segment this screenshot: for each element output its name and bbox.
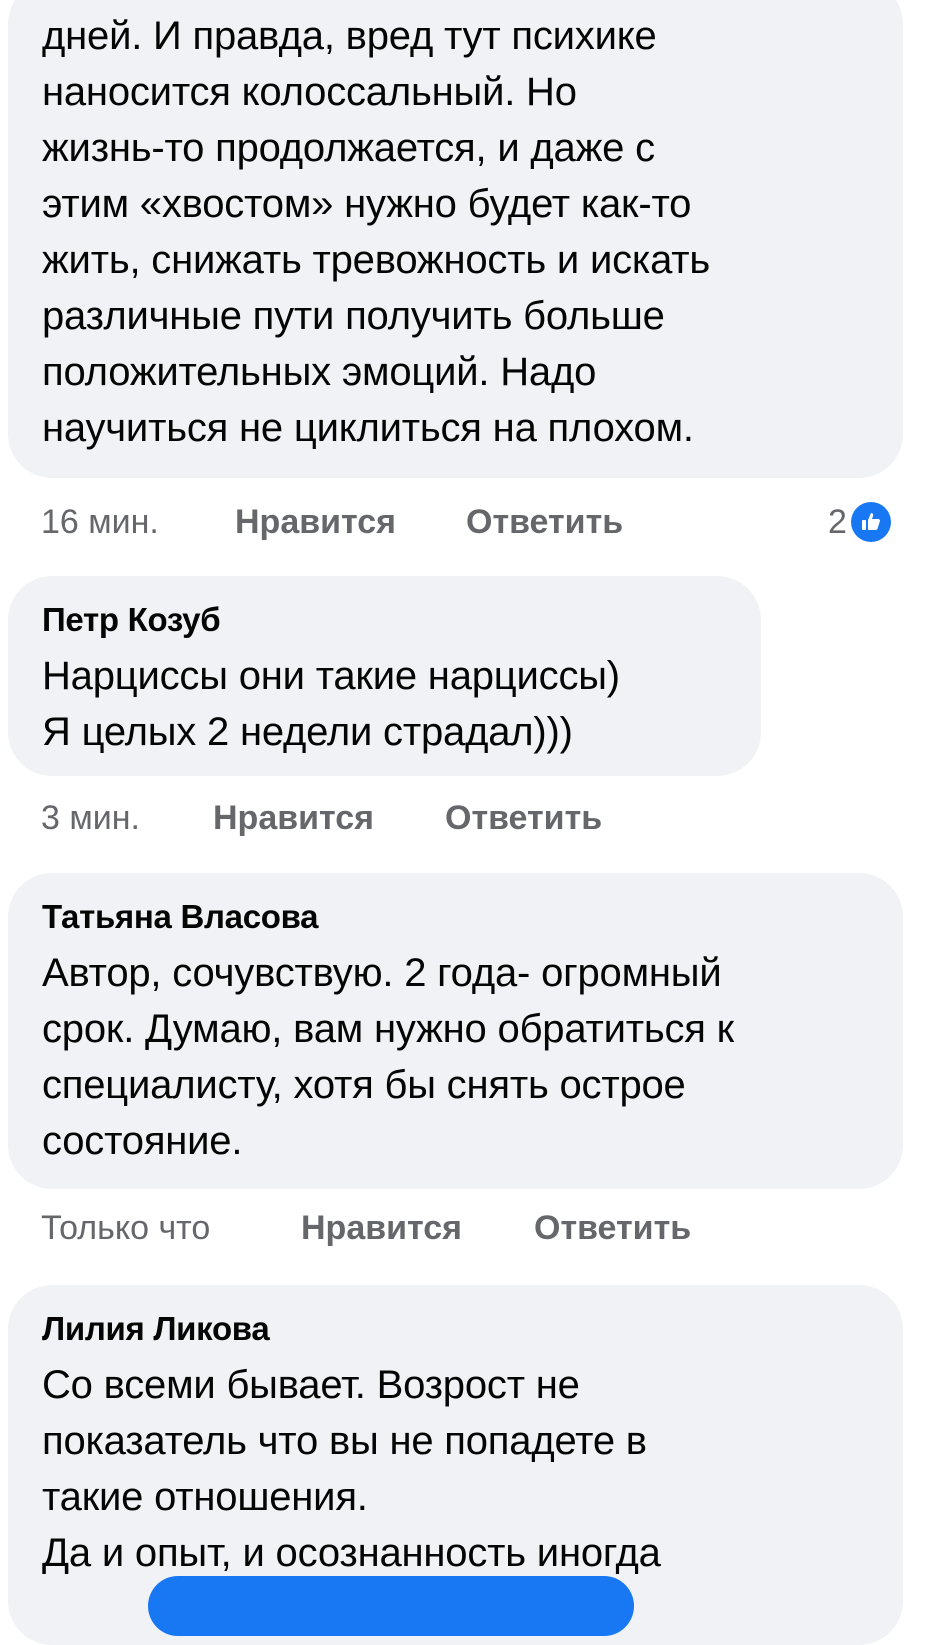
comment-author[interactable]: Лилия Ликова <box>42 1309 869 1349</box>
reply-button[interactable]: Ответить <box>466 502 623 542</box>
comment-bubble: дней. И правда, вред тут психике наносит… <box>8 0 903 478</box>
comment-text-line: показатель что вы не попадете в <box>42 1419 647 1463</box>
reply-button[interactable]: Ответить <box>445 798 602 838</box>
like-button[interactable]: Нравится <box>235 502 396 542</box>
comment-text-line: этим «хвостом» нужно будет как-то <box>42 182 692 226</box>
comment-text-line: наносится колоссальный. Но <box>42 70 577 114</box>
comment-timestamp[interactable]: 3 мин. <box>41 798 140 838</box>
comment-text-line: Автор, сочувствую. 2 года- огромный <box>42 951 722 995</box>
floating-action-button[interactable] <box>148 1576 634 1636</box>
comment-actions: Только что Нравится Ответить <box>41 1208 761 1248</box>
comment-text: Нарциссы они такие нарциссы) Я целых 2 н… <box>42 648 727 760</box>
comment-text-line: специалисту, хотя бы снять острое <box>42 1063 686 1107</box>
comment-text-line: научиться не циклиться на плохом. <box>42 406 694 450</box>
comment-actions: 16 мин. Нравится Ответить <box>41 502 741 542</box>
comment-text-line: Я целых 2 недели страдал))) <box>42 710 573 754</box>
comment-text: Автор, сочувствую. 2 года- огромный срок… <box>42 945 869 1169</box>
comment-bubble: Татьяна Власова Автор, сочувствую. 2 год… <box>8 873 903 1189</box>
comment-timestamp[interactable]: Только что <box>41 1208 210 1248</box>
comment-bubble: Петр Козуб Нарциссы они такие нарциссы) … <box>8 576 761 776</box>
comment-text: Со всеми бывает. Возрост не показатель ч… <box>42 1357 869 1581</box>
comment-text-line: дней. И правда, вред тут психике <box>42 14 657 58</box>
comment-text-line: Да и опыт, и осознанность иногда <box>42 1531 661 1575</box>
comment-text-line: жить, снижать тревожность и искать <box>42 238 711 282</box>
reply-button[interactable]: Ответить <box>534 1208 691 1248</box>
reaction-summary[interactable]: 2 <box>828 500 891 544</box>
comment-actions: 3 мин. Нравится Ответить <box>41 798 741 838</box>
comment-text-line: срок. Думаю, вам нужно обратиться к <box>42 1007 734 1051</box>
comment-text-line: Со всеми бывает. Возрост не <box>42 1363 580 1407</box>
comment-text-line: различные пути получить больше <box>42 294 665 338</box>
comment-text-line: такие отношения. <box>42 1475 368 1519</box>
like-button[interactable]: Нравится <box>213 798 374 838</box>
comment-text: дней. И правда, вред тут психике наносит… <box>42 8 869 456</box>
like-thumbs-up-icon <box>850 502 891 542</box>
reaction-count: 2 <box>828 503 847 541</box>
comment-text-line: состояние. <box>42 1119 243 1163</box>
like-button[interactable]: Нравится <box>301 1208 462 1248</box>
comment-author[interactable]: Татьяна Власова <box>42 897 869 937</box>
comment-text-line: Нарциссы они такие нарциссы) <box>42 654 620 698</box>
comment-text-line: положительных эмоций. Надо <box>42 350 597 394</box>
comment-timestamp[interactable]: 16 мин. <box>41 502 159 542</box>
comment-author[interactable]: Петр Козуб <box>42 600 727 640</box>
comment-text-line: жизнь-то продолжается, и даже с <box>42 126 655 170</box>
